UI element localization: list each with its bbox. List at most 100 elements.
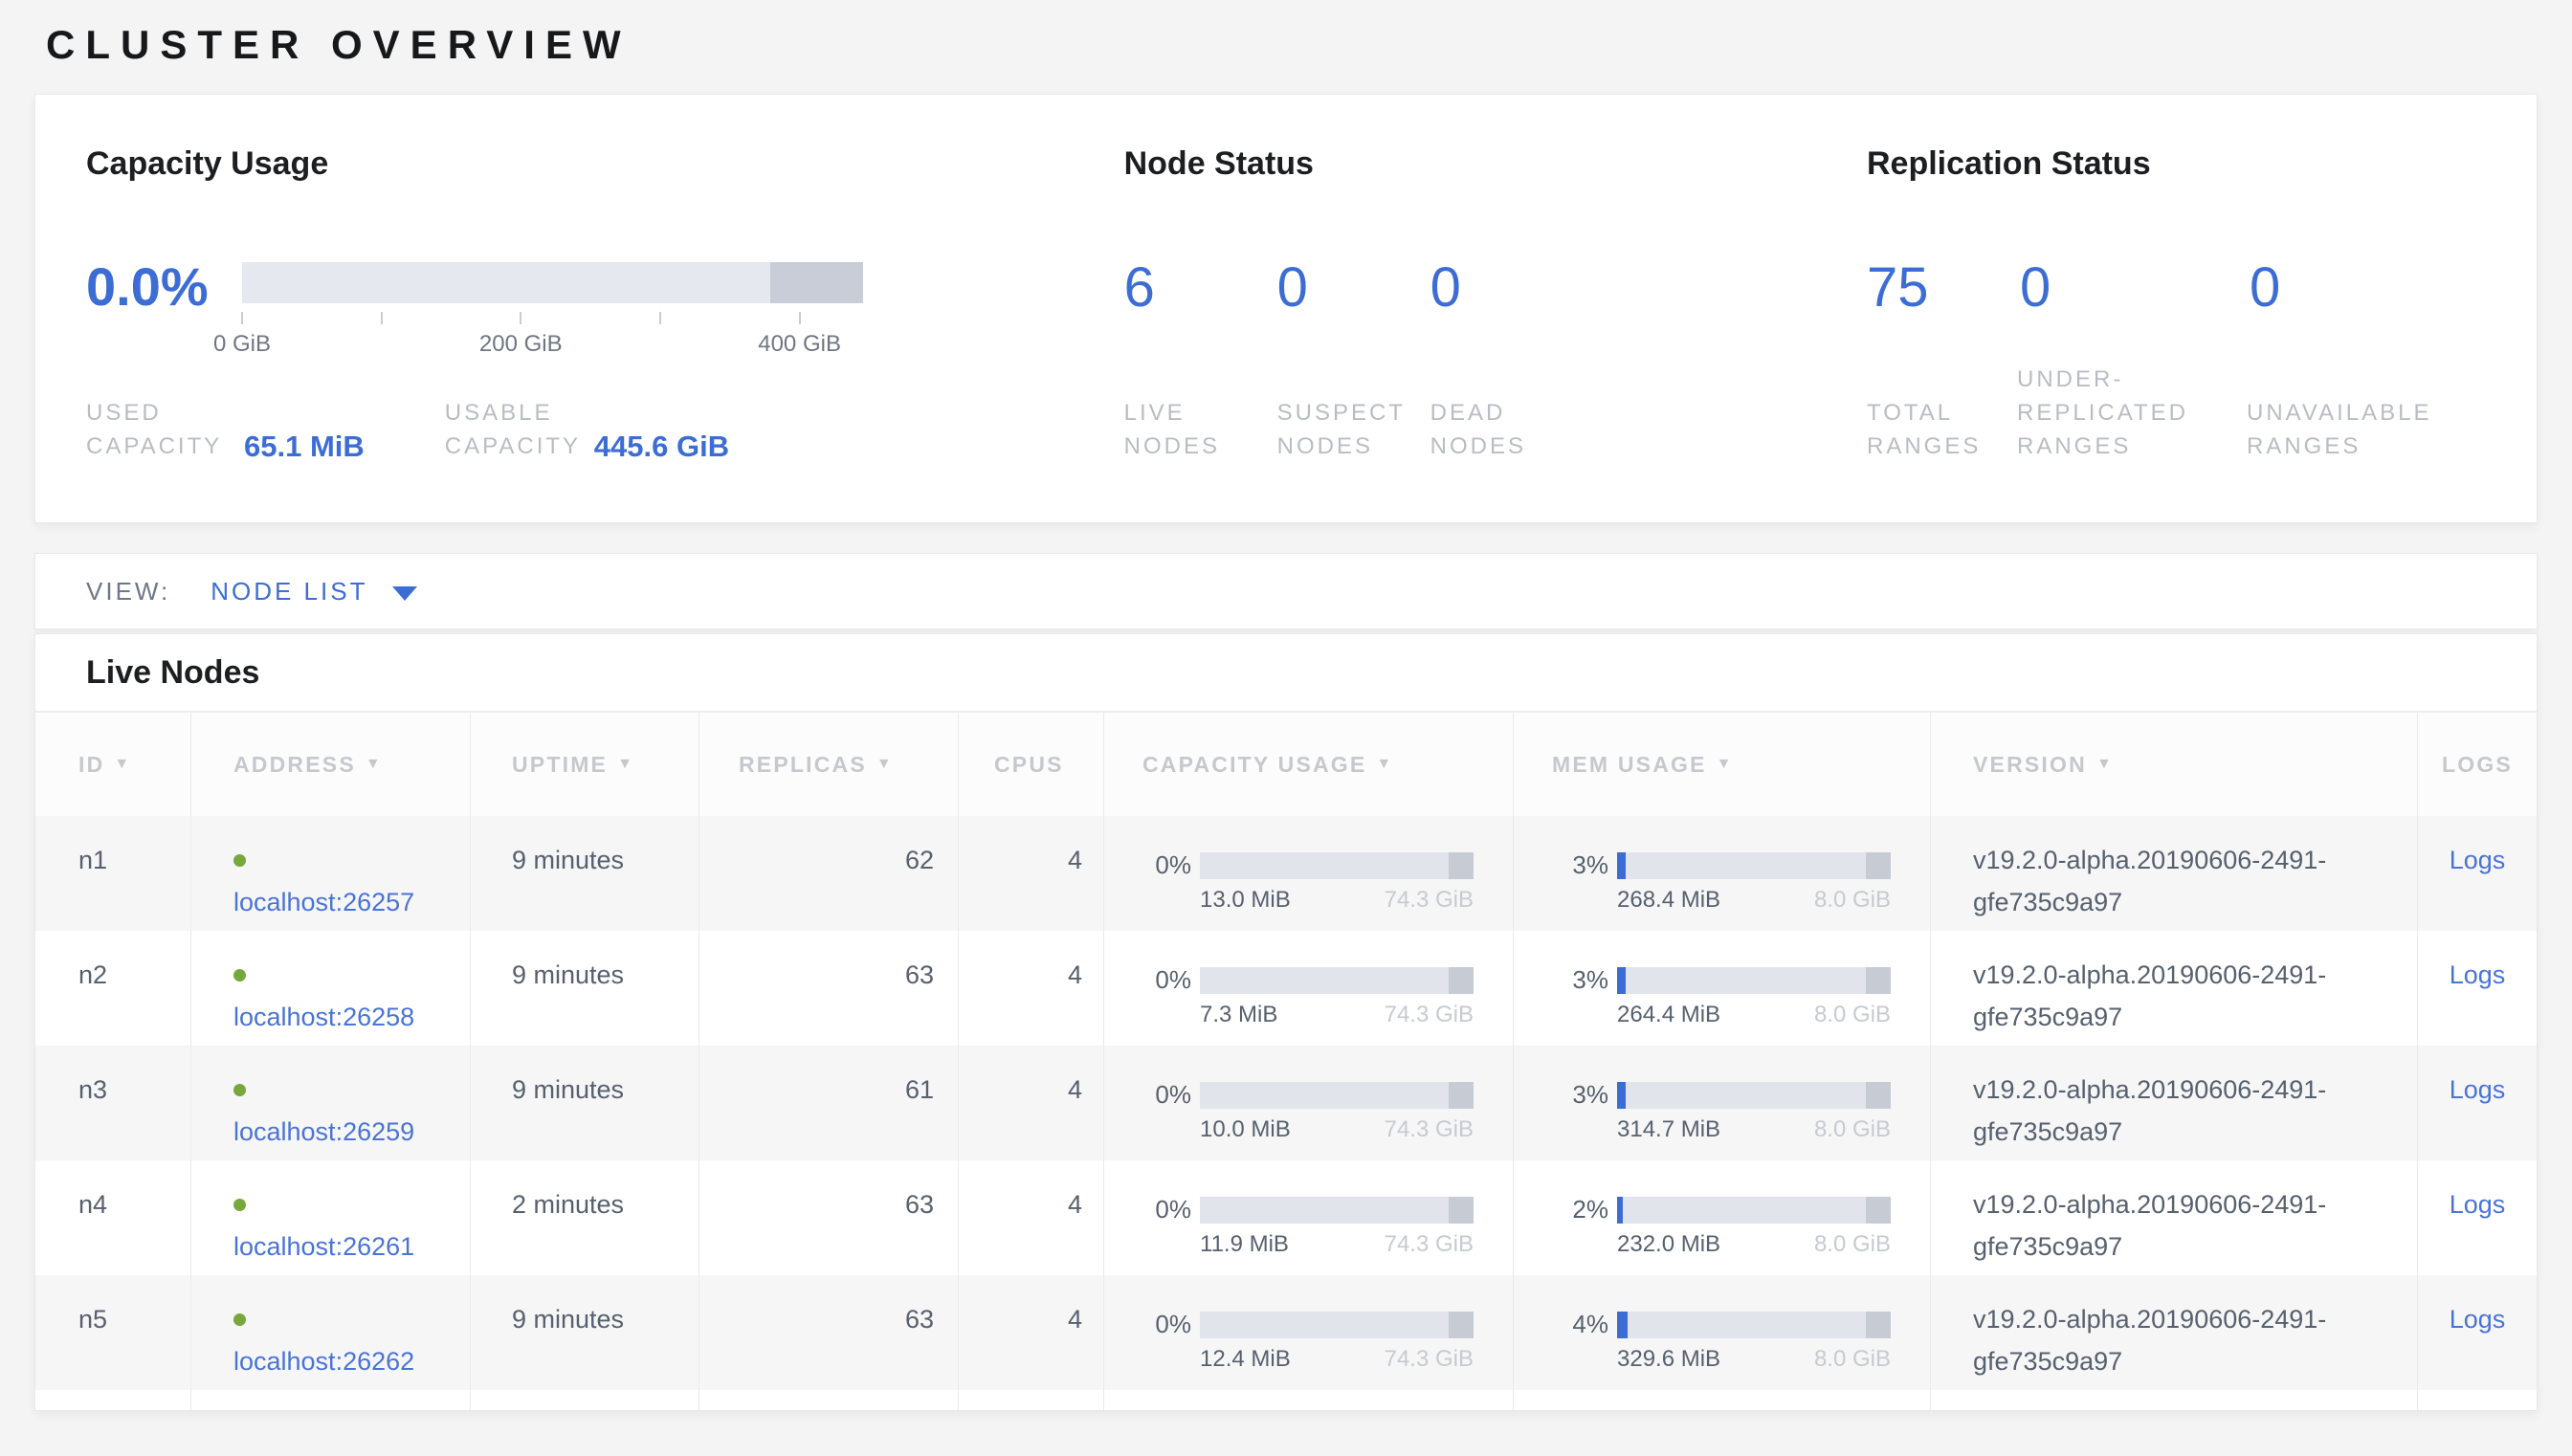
memory-total-value: 8.0 GiB (1814, 1231, 1891, 1258)
memory-percent-label: 2% (1572, 1195, 1608, 1224)
node-logs-cell: Logs (2417, 1046, 2537, 1160)
axis-tick-label: 400 GiB (758, 331, 841, 358)
node-cpus-cell: 4 (958, 1275, 1103, 1390)
chevron-down-icon (392, 586, 417, 601)
memory-meter-labels: 314.7 MiB 8.0 GiB (1617, 1116, 1891, 1143)
capacity-meter: 0% (1104, 1310, 1474, 1339)
capacity-percent-label: 0% (1155, 1080, 1191, 1110)
node-status-title: Node Status (1124, 143, 1867, 185)
node-address-link[interactable]: localhost:26261 (233, 1232, 414, 1261)
node-version-cell (1930, 1390, 2417, 1411)
column-header[interactable]: MEM USAGE ▼ (1513, 713, 1930, 816)
unavailable-ranges-count: 0 (2250, 259, 2280, 317)
usable-capacity-label: USABLE CAPACITY (445, 396, 587, 463)
column-header-label: LOGS (2442, 752, 2513, 778)
replication-counts: 75 0 0 (1867, 259, 2486, 317)
table-row-partial (35, 1390, 2537, 1411)
node-status-section: Node Status 6 0 0 LIVE NODES SUSPECT NOD… (1124, 143, 1867, 463)
node-logs-link[interactable]: Logs (2450, 1305, 2506, 1334)
node-id-cell: n3 (35, 1046, 190, 1160)
capacity-reserved-bar (1449, 967, 1474, 994)
sort-caret-icon: ▼ (1376, 756, 1391, 773)
node-logs-link[interactable]: Logs (2450, 1075, 2506, 1104)
node-version-cell: v19.2.0-alpha.20190606-2491-gfe735c9a97 (1930, 816, 2417, 931)
capacity-bar-area: 0 GiB 200 GiB 400 GiB (242, 262, 863, 377)
node-version-cell: v19.2.0-alpha.20190606-2491-gfe735c9a97 (1930, 931, 2417, 1046)
view-bar: VIEW: NODE LIST (34, 553, 2538, 629)
memory-meter-bar (1617, 1312, 1891, 1338)
capacity-total-value: 74.3 GiB (1385, 1116, 1474, 1143)
capacity-usage-section: Capacity Usage 0.0% 0 GiB 200 GiB 400 Gi… (86, 143, 1124, 463)
live-status-dot-icon (233, 1199, 246, 1211)
page-title: CLUSTER OVERVIEW (46, 21, 2572, 69)
capacity-usage-title: Capacity Usage (86, 143, 1124, 185)
node-address-link[interactable]: localhost:26259 (233, 1117, 414, 1146)
node-cpus-cell (958, 1390, 1103, 1411)
column-header[interactable]: ADDRESS ▼ (190, 713, 470, 816)
memory-used-value: 329.6 MiB (1617, 1346, 1720, 1373)
axis-tick (799, 312, 801, 324)
view-selector-dropdown[interactable]: NODE LIST (211, 577, 417, 607)
memory-used-bar (1617, 852, 1626, 879)
node-address-link[interactable]: localhost:26262 (233, 1347, 414, 1376)
column-header[interactable]: UPTIME ▼ (470, 713, 698, 816)
memory-percent-label: 3% (1572, 965, 1608, 995)
node-address-link[interactable]: localhost:26258 (233, 1003, 414, 1031)
node-status-counts: 6 0 0 (1124, 259, 1867, 317)
under-replicated-ranges-count: 0 (2020, 259, 2250, 317)
live-status-dot-icon (233, 1084, 246, 1096)
capacity-total-value: 74.3 GiB (1385, 1346, 1474, 1373)
dead-nodes-count: 0 (1430, 259, 1584, 317)
node-address-cell: localhost:26262 (190, 1275, 470, 1390)
capacity-meter: 0% (1104, 1080, 1474, 1110)
node-mem-usage-cell: 3% 268.4 MiB 8.0 GiB (1513, 816, 1930, 931)
node-replicas-cell: 61 (698, 1046, 958, 1160)
node-uptime-cell: 9 minutes (470, 931, 698, 1046)
node-logs-link[interactable]: Logs (2450, 846, 2506, 874)
capacity-meter: 0% (1104, 965, 1474, 995)
node-address-wrap: localhost:26262 (233, 1298, 417, 1382)
capacity-meter: 0% (1104, 1195, 1474, 1224)
node-address-cell: localhost:26261 (190, 1160, 470, 1275)
column-header[interactable]: CAPACITY USAGE ▼ (1103, 713, 1513, 816)
column-header-label: MEM USAGE (1552, 752, 1707, 778)
column-header[interactable]: ID ▼ (35, 713, 190, 816)
memory-reserved-bar (1866, 852, 1891, 879)
node-version-text: v19.2.0-alpha.20190606-2491-gfe735c9a97 (1973, 954, 2399, 1038)
live-status-dot-icon (233, 1313, 246, 1326)
node-logs-link[interactable]: Logs (2450, 1190, 2506, 1219)
sort-caret-icon: ▼ (366, 756, 381, 773)
node-uptime-cell: 9 minutes (470, 1275, 698, 1390)
node-cpus-cell: 4 (958, 931, 1103, 1046)
node-id-cell: n2 (35, 931, 190, 1046)
suspect-nodes-count: 0 (1277, 259, 1430, 317)
axis-tick (659, 312, 661, 324)
column-header[interactable]: VERSION ▼ (1930, 713, 2417, 816)
node-mem-usage-cell (1513, 1390, 1930, 1411)
node-version-cell: v19.2.0-alpha.20190606-2491-gfe735c9a97 (1930, 1160, 2417, 1275)
node-logs-cell (2417, 1390, 2537, 1411)
node-version-text: v19.2.0-alpha.20190606-2491-gfe735c9a97 (1973, 1069, 2399, 1153)
node-address-link[interactable]: localhost:26257 (233, 888, 414, 916)
memory-meter-bar (1617, 967, 1891, 994)
memory-used-value: 314.7 MiB (1617, 1116, 1720, 1143)
capacity-meter-labels: 7.3 MiB 74.3 GiB (1200, 1002, 1474, 1028)
column-header-label: UPTIME (512, 752, 608, 778)
capacity-total-value: 74.3 GiB (1385, 1002, 1474, 1028)
live-nodes-count: 6 (1124, 259, 1277, 317)
column-header[interactable]: REPLICAS ▼ (698, 713, 958, 816)
capacity-percent-label: 0% (1155, 965, 1191, 995)
column-header-label: REPLICAS (739, 752, 867, 778)
capacity-reserved-bar (1449, 852, 1474, 879)
memory-meter: 3% (1514, 850, 1891, 880)
node-logs-link[interactable]: Logs (2450, 960, 2506, 989)
memory-percent-label: 4% (1572, 1310, 1608, 1339)
column-header[interactable]: LOGS (2417, 713, 2537, 816)
column-header[interactable]: CPUS (958, 713, 1103, 816)
memory-reserved-bar (1866, 1197, 1891, 1224)
under-replicated-ranges-label: UNDER-REPLICATED RANGES (2017, 363, 2247, 463)
capacity-meter-bar (1200, 1312, 1474, 1338)
node-id-cell: n5 (35, 1275, 190, 1390)
capacity-meter-labels: 12.4 MiB 74.3 GiB (1200, 1346, 1474, 1373)
memory-used-bar (1617, 1197, 1623, 1224)
